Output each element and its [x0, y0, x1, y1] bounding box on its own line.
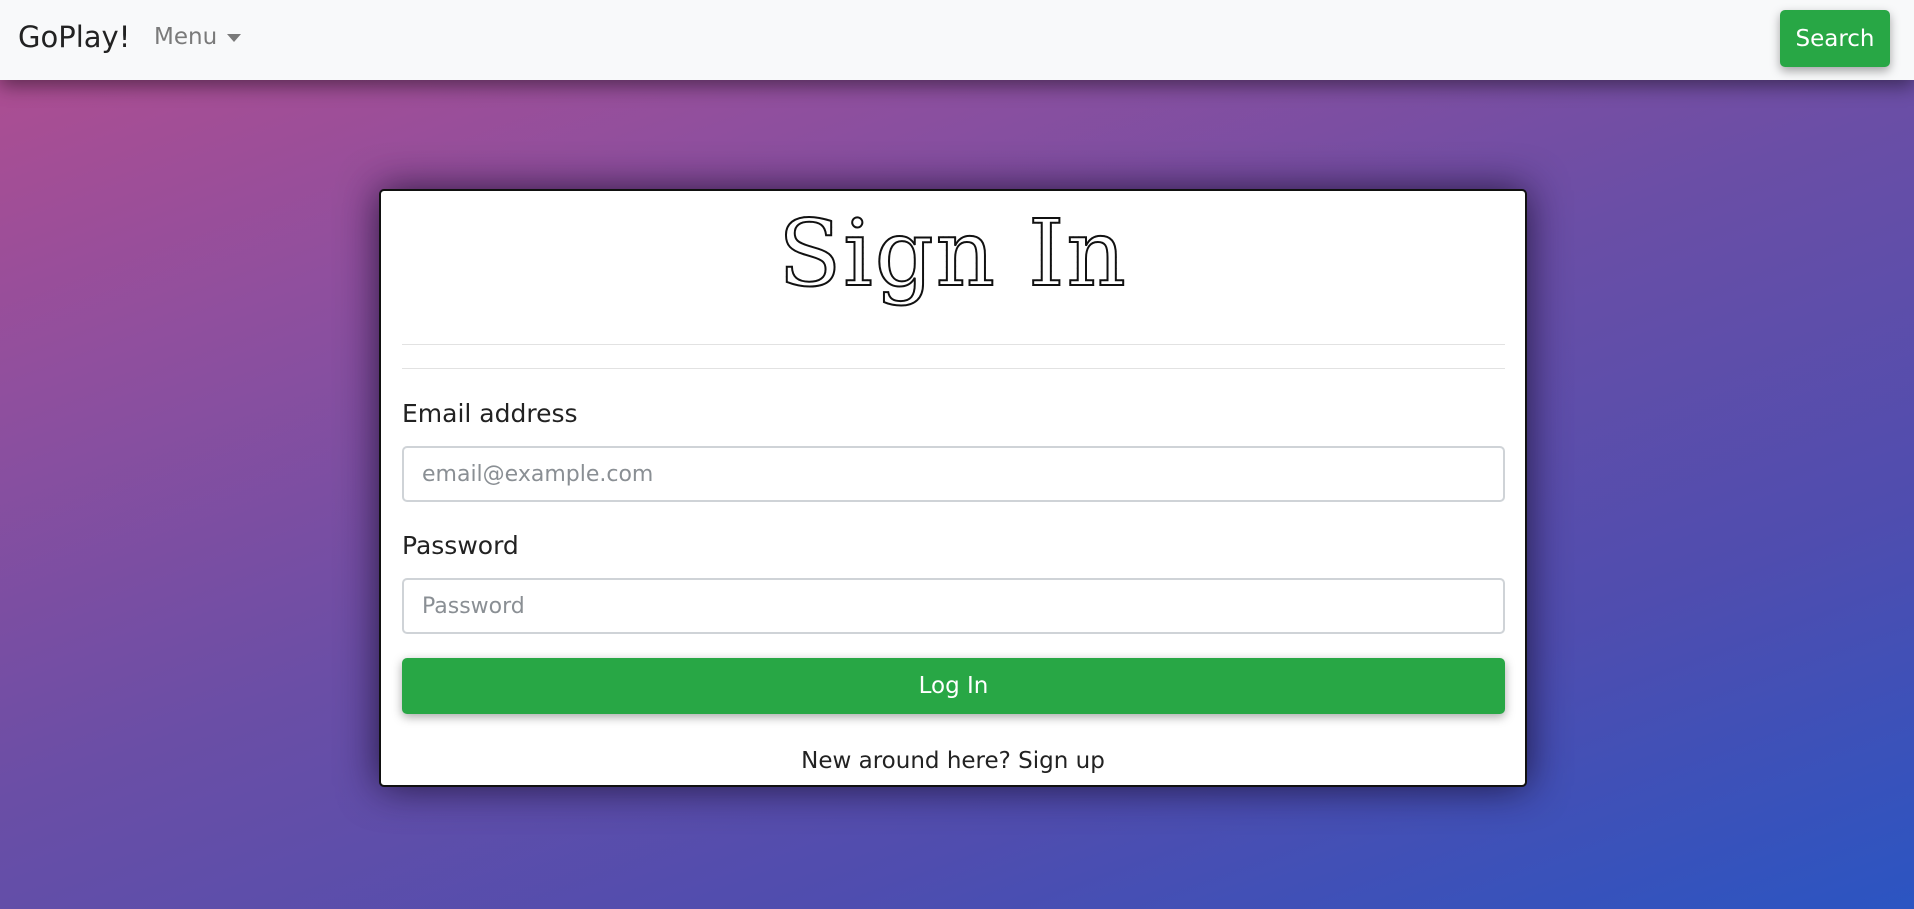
- search-button[interactable]: Search: [1780, 10, 1890, 67]
- password-label: Password: [402, 531, 519, 560]
- page-title: Sign In: [381, 200, 1525, 308]
- sign-up-link[interactable]: Sign up: [1018, 748, 1105, 774]
- log-in-button[interactable]: Log In: [402, 658, 1505, 714]
- chevron-down-icon: [227, 34, 242, 42]
- signup-prompt-text: New around here?: [801, 748, 1011, 774]
- divider: [402, 344, 1505, 345]
- email-label: Email address: [402, 399, 578, 428]
- brand-logo[interactable]: GoPlay!: [18, 20, 130, 54]
- sign-in-card: Sign In Email address Password Log In Ne…: [379, 189, 1527, 787]
- menu-dropdown[interactable]: Menu: [154, 24, 242, 50]
- password-field[interactable]: [402, 578, 1505, 634]
- menu-label: Menu: [154, 24, 218, 50]
- top-navbar: GoPlay! Menu Search: [0, 0, 1914, 80]
- divider: [402, 368, 1505, 369]
- signup-prompt: New around here? Sign up: [381, 748, 1525, 774]
- email-field[interactable]: [402, 446, 1505, 502]
